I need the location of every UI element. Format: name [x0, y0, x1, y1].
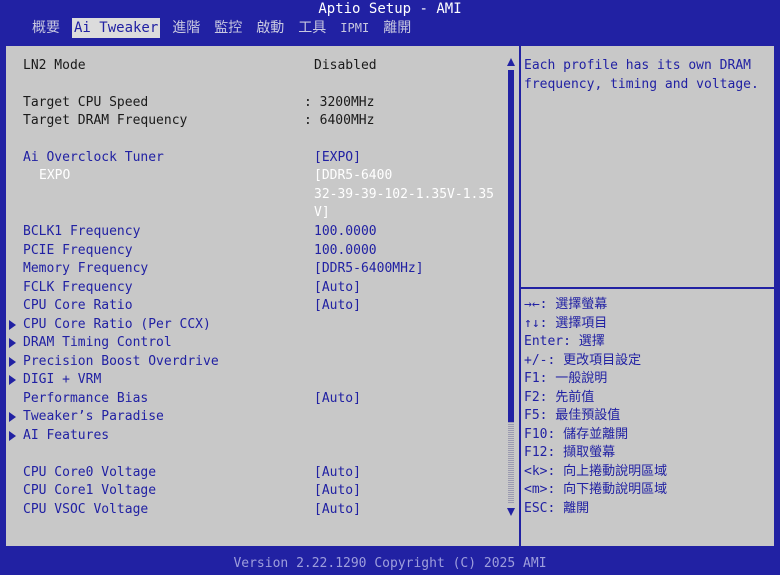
tab-monitor[interactable]: 監控: [212, 18, 244, 38]
key-row: Enter: 選擇: [524, 334, 605, 349]
setting-label: EXPO: [39, 168, 71, 183]
setting-label: CPU Core0 Voltage: [23, 465, 157, 480]
setting-value-line2: 32-39-39-102-1.35V-1.35: [314, 187, 495, 202]
tab-tool[interactable]: 工具: [296, 18, 328, 38]
submenu-arrow-icon: [9, 338, 16, 348]
tab-ipmi[interactable]: IPMI: [338, 18, 371, 38]
tab-ai-tweaker[interactable]: Ai Tweaker: [72, 18, 161, 38]
setting-label: CPU Core Ratio: [23, 298, 133, 313]
setting-value[interactable]: [Auto]: [314, 482, 361, 500]
submenu-label: DIGI + VRM: [23, 372, 102, 387]
submenu-precision-boost-overdrive[interactable]: Precision Boost Overdrive: [6, 353, 506, 371]
setting-label: PCIE Frequency: [23, 243, 133, 258]
tab-overview[interactable]: 概要: [30, 18, 62, 38]
key-arrows-ud-icon: ↑↓: [524, 315, 540, 331]
submenu-digi-vrm[interactable]: DIGI + VRM: [6, 371, 506, 389]
menu-bar: 概要 Ai Tweaker 進階 監控 啟動 工具 IPMI 離開: [0, 17, 780, 39]
tab-advanced[interactable]: 進階: [170, 18, 202, 38]
setting-value: Disabled: [314, 58, 377, 73]
key-row: F1: 一般說明: [524, 371, 608, 386]
panel-divider: [519, 46, 521, 546]
tab-boot[interactable]: 啟動: [254, 18, 286, 38]
setting-value: : 3200MHz: [304, 95, 375, 110]
setting-value[interactable]: [DDR5-6400MHz]: [314, 260, 424, 278]
setting-label: Ai Overclock Tuner: [23, 150, 164, 165]
setting-value[interactable]: 100.0000: [314, 242, 377, 260]
setting-label: LN2 Mode: [23, 58, 86, 73]
submenu-arrow-icon: [9, 375, 16, 385]
setting-label: Performance Bias: [23, 391, 149, 406]
submenu-label: Tweaker’s Paradise: [23, 409, 164, 424]
key-row: →←: 選擇螢幕: [524, 297, 608, 312]
submenu-arrow-icon: [9, 431, 16, 441]
setting-value[interactable]: [Auto]: [314, 501, 361, 519]
help-divider: [521, 287, 774, 289]
key-row: ↑↓: 選擇項目: [524, 315, 608, 331]
setting-label: BCLK1 Frequency: [23, 224, 141, 239]
key-row: +/-: 更改項目設定: [524, 352, 642, 368]
setting-value[interactable]: [EXPO]: [314, 149, 361, 167]
setting-value[interactable]: [Auto]: [314, 390, 361, 408]
setting-value[interactable]: [Auto]: [314, 297, 361, 315]
help-text: Each profile has its own DRAM frequency,…: [524, 58, 759, 92]
submenu-label: CPU Core Ratio (Per CCX): [23, 317, 211, 332]
setting-value[interactable]: [Auto]: [314, 464, 361, 482]
setting-value[interactable]: 100.0000: [314, 223, 377, 241]
submenu-tweakers-paradise[interactable]: Tweaker’s Paradise: [6, 408, 506, 426]
submenu-label: DRAM Timing Control: [23, 335, 172, 350]
setting-value: : 6400MHz: [304, 113, 375, 128]
key-row: F2: 先前值: [524, 389, 595, 405]
scroll-up-icon[interactable]: [507, 58, 515, 66]
tab-exit[interactable]: 離開: [381, 18, 413, 38]
key-row: F12: 擷取螢幕: [524, 445, 616, 460]
submenu-dram-timing-control[interactable]: DRAM Timing Control: [6, 334, 506, 352]
setting-value[interactable]: [Auto]: [314, 279, 361, 297]
footer-version: Version 2.22.1290 Copyright (C) 2025 AMI: [233, 556, 547, 571]
setting-value-line1[interactable]: [DDR5-6400: [314, 167, 392, 185]
setting-value-line3: V]: [314, 205, 330, 220]
setting-label: CPU VSOC Voltage: [23, 502, 149, 517]
submenu-arrow-icon: [9, 357, 16, 367]
scrollbar-thumb[interactable]: [508, 70, 514, 422]
scrollbar[interactable]: [506, 58, 516, 516]
submenu-cpu-core-ratio-ccx[interactable]: CPU Core Ratio (Per CCX): [6, 316, 506, 334]
submenu-label: Precision Boost Overdrive: [23, 354, 219, 369]
key-row: F5: 最佳預設值: [524, 408, 621, 423]
main-frame: LN2 Mode Disabled Target CPU Speed : 320…: [4, 44, 776, 548]
key-row: <m>: 向下捲動說明區域: [524, 482, 668, 497]
submenu-ai-features[interactable]: AI Features: [6, 427, 506, 445]
submenu-label: AI Features: [23, 428, 110, 443]
scroll-down-icon[interactable]: [507, 508, 515, 516]
window-title: Aptio Setup - AMI: [318, 1, 462, 17]
key-row: F10: 儲存並離開: [524, 426, 629, 442]
key-legend: →←: 選擇螢幕 ↑↓: 選擇項目 Enter: 選擇 +/-: 更改項目設定 …: [524, 296, 772, 518]
submenu-arrow-icon: [9, 412, 16, 422]
setting-label: CPU Core1 Voltage: [23, 483, 157, 498]
setting-label: Memory Frequency: [23, 261, 149, 276]
setting-label: FCLK Frequency: [23, 280, 133, 295]
setting-label: Target CPU Speed: [23, 95, 149, 110]
key-arrows-lr-icon: →←: [524, 297, 540, 312]
submenu-arrow-icon: [9, 320, 16, 330]
key-row: <k>: 向上捲動說明區域: [524, 463, 668, 479]
key-row: ESC: 離開: [524, 500, 590, 516]
setting-label: Target DRAM Frequency: [23, 113, 188, 128]
